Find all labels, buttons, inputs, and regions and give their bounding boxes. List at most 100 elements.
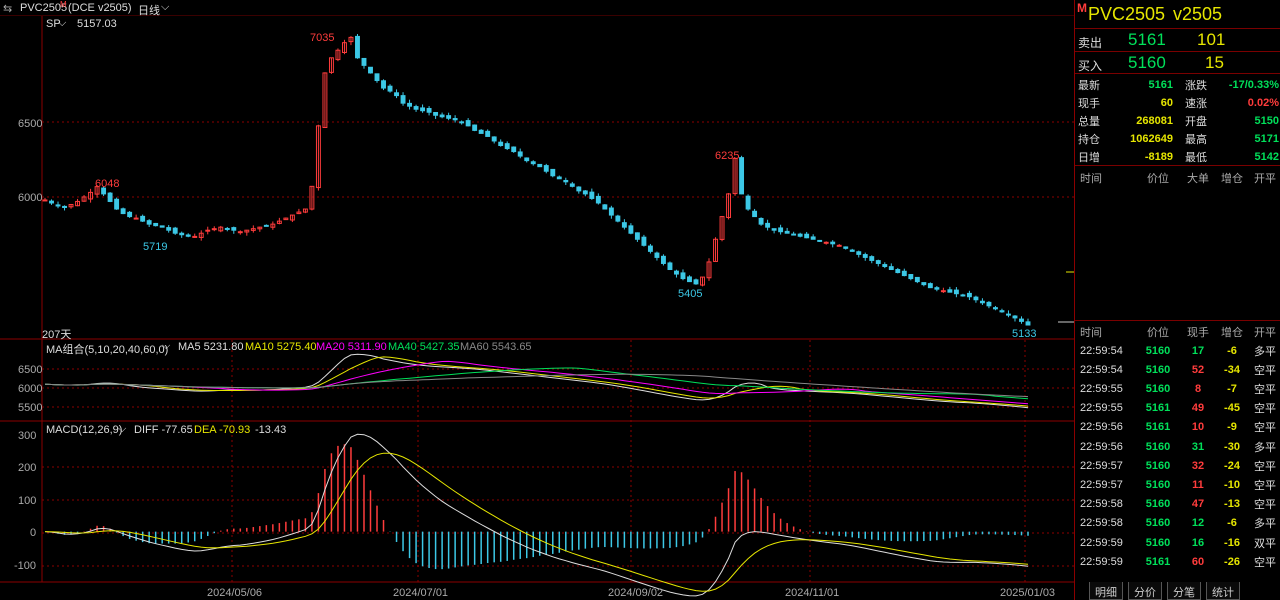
stat-row: 最新 5161 涨跌 -17/0.33% <box>1075 75 1280 94</box>
header-cell: 现手 <box>1187 326 1209 339</box>
x-axis-label: 2024/09/02 <box>608 587 664 599</box>
candle-body <box>114 198 120 210</box>
candle-body <box>576 186 582 192</box>
chart-area[interactable] <box>0 0 1074 600</box>
tick-row[interactable]: 22:59:55 5160 8 -7 空平 <box>1075 379 1280 398</box>
chevron-down-icon[interactable]: ⌵ <box>161 1 169 14</box>
candle-body <box>882 264 888 267</box>
tick-row[interactable]: 22:59:59 5161 60 -26 空平 <box>1075 552 1280 571</box>
candle-body <box>693 279 699 285</box>
candle-body <box>524 157 530 162</box>
tick-row[interactable]: 22:59:56 5160 31 -30 多平 <box>1075 437 1280 456</box>
macd-chevron-icon[interactable]: ⌵ <box>118 423 126 436</box>
ma5-value: MA5 5231.80 <box>178 341 244 353</box>
candle-body <box>992 307 998 310</box>
tab-statistics[interactable]: 统计 <box>1206 582 1240 600</box>
candle-body <box>654 252 660 258</box>
tick-volume: 8 <box>1194 382 1202 395</box>
candle-body <box>107 192 113 202</box>
candle-body <box>374 73 380 81</box>
candle-body <box>634 232 640 240</box>
tick-row[interactable]: 22:59:54 5160 17 -6 多平 <box>1075 341 1280 360</box>
sp-chevron-icon[interactable]: ⌵ <box>58 17 66 30</box>
macd-panel-title[interactable]: MACD(12,26,9) <box>46 424 122 436</box>
tab-price-dist[interactable]: 分价 <box>1128 582 1162 600</box>
candle-body <box>901 270 907 277</box>
candle-body <box>817 239 823 242</box>
candle-body <box>869 256 875 261</box>
stat-row: 现手 60 速涨 0.02% <box>1075 93 1280 112</box>
candle-body <box>517 151 523 157</box>
candle-body <box>452 118 458 121</box>
candle-body <box>973 296 979 301</box>
tick-openclose: 多平 <box>1254 441 1276 454</box>
tick-price: 5160 <box>1145 517 1171 530</box>
candle-body <box>478 129 484 134</box>
tick-row[interactable]: 22:59:54 5160 52 -34 空平 <box>1075 360 1280 379</box>
tick-row[interactable]: 22:59:58 5160 47 -13 空平 <box>1075 495 1280 514</box>
macd-tick: 0 <box>30 527 37 539</box>
candle-body <box>1006 313 1011 316</box>
header-cell: 开平 <box>1254 172 1276 185</box>
stat-label: 速涨 <box>1185 97 1207 110</box>
stat-value: 5142 <box>1254 150 1279 163</box>
tick-time: 22:59:54 <box>1080 363 1123 376</box>
candle-body <box>491 136 497 142</box>
candle-body <box>843 246 849 249</box>
tab-detail[interactable]: 明细 <box>1089 582 1123 600</box>
candle-body <box>355 35 360 59</box>
tick-row[interactable]: 22:59:55 5161 49 -45 空平 <box>1075 399 1280 418</box>
peak-annotation: 6048 <box>95 178 120 190</box>
tick-openclose: 多平 <box>1254 518 1276 531</box>
tick-row[interactable]: 22:59:57 5160 32 -24 空平 <box>1075 456 1280 475</box>
header-cell: 增仓 <box>1221 172 1243 185</box>
ma-chevron-icon[interactable]: ⌵ <box>162 340 170 353</box>
tick-openclose: 多平 <box>1254 345 1276 358</box>
stat-label: 总量 <box>1078 115 1100 128</box>
tick-oi-change: -6 <box>1227 344 1237 357</box>
ma10-line <box>44 356 1029 407</box>
stat-label: 涨跌 <box>1185 79 1207 92</box>
ma-panel-title[interactable]: MA组合(5,10,20,40,60,0) <box>46 341 168 357</box>
stat-label: 最高 <box>1185 133 1207 146</box>
candle-body <box>120 208 126 215</box>
tick-openclose: 空平 <box>1254 364 1276 377</box>
x-axis-label: 2024/05/06 <box>207 587 263 599</box>
ma60-value: MA60 5543.65 <box>460 341 532 353</box>
candle-body <box>413 106 419 110</box>
tick-volume: 12 <box>1191 517 1205 530</box>
tick-row[interactable]: 22:59:59 5160 16 -16 双平 <box>1075 533 1280 552</box>
sell-price[interactable]: 5161 <box>1128 30 1166 50</box>
tick-row[interactable]: 22:59:57 5160 11 -10 空平 <box>1075 475 1280 494</box>
macd-value: -13.43 <box>255 424 287 436</box>
tick-row[interactable]: 22:59:58 5160 12 -6 多平 <box>1075 514 1280 533</box>
tick-price: 5160 <box>1145 459 1171 472</box>
candle-body <box>498 141 504 147</box>
ma-tick: 5500 <box>18 402 43 414</box>
ma-tick: 6500 <box>18 364 43 376</box>
link-icon[interactable]: ⇆ <box>3 2 12 15</box>
candle-body <box>1012 315 1018 319</box>
buy-price[interactable]: 5160 <box>1128 53 1166 73</box>
candle-body <box>784 230 790 234</box>
candle-body <box>42 199 48 202</box>
period-selector[interactable]: 日线 <box>138 2 160 18</box>
candle-body <box>459 121 465 124</box>
tick-volume: 32 <box>1191 459 1205 472</box>
tab-ticks[interactable]: 分笔 <box>1167 582 1201 600</box>
tick-time: 22:59:55 <box>1080 402 1123 415</box>
buy-volume: 15 <box>1205 53 1224 72</box>
stat-value: 5171 <box>1254 132 1279 145</box>
candle-body <box>986 301 992 307</box>
candle-body <box>934 287 940 290</box>
tick-row[interactable]: 22:59:56 5161 10 -9 空平 <box>1075 418 1280 437</box>
candle-body <box>999 310 1005 313</box>
stat-value: -8189 <box>1144 150 1173 163</box>
ma20-value: MA20 5311.90 <box>316 341 387 353</box>
ma40-value: MA40 5427.35 <box>388 341 460 353</box>
candle-body <box>127 211 133 218</box>
candle-body <box>895 269 901 274</box>
tick-time: 22:59:59 <box>1080 555 1123 568</box>
candle-body <box>49 200 54 204</box>
candle-body <box>745 195 751 210</box>
